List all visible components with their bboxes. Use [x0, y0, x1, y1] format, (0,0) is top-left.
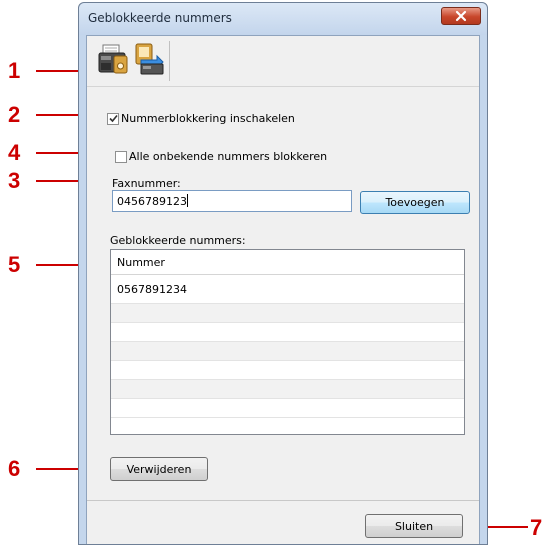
fax-machine-icon[interactable]: [97, 42, 129, 76]
delete-button[interactable]: Verwijderen: [110, 457, 208, 481]
fax-number-value: 0456789123: [117, 195, 187, 208]
fax-to-pc-icon[interactable]: [133, 42, 165, 76]
callout-3: 3: [8, 168, 21, 193]
close-button-label: Sluiten: [394, 519, 434, 533]
list-row[interactable]: [111, 361, 464, 380]
fax-number-label: Faxnummer:: [112, 177, 181, 190]
list-row[interactable]: [111, 323, 464, 342]
block-unknown-checkbox[interactable]: [115, 150, 127, 163]
enable-blocking-label: Nummerblokkering inschakelen: [121, 112, 295, 125]
callout-5: 5: [8, 252, 21, 277]
enable-blocking-checkbox[interactable]: [107, 112, 119, 125]
callout-4: 4: [8, 140, 21, 165]
list-row[interactable]: 0567891234: [111, 275, 464, 304]
checkmark-icon: [108, 114, 118, 123]
list-row[interactable]: [111, 380, 464, 399]
close-x-icon: [455, 10, 467, 22]
delete-button-label: Verwijderen: [126, 462, 192, 476]
toolbar: [87, 36, 479, 87]
title-bar: Geblokkeerde nummers: [79, 3, 487, 35]
close-window-button[interactable]: [441, 7, 481, 25]
footer-divider: [87, 500, 479, 501]
add-button[interactable]: Toevoegen: [360, 191, 470, 214]
list-row[interactable]: [111, 399, 464, 418]
close-button[interactable]: Sluiten: [365, 514, 463, 538]
fax-number-input[interactable]: 0456789123: [112, 190, 352, 212]
callout-1: 1: [8, 58, 21, 83]
add-button-label: Toevoegen: [385, 196, 445, 209]
blocked-list-label: Geblokkeerde nummers:: [110, 234, 246, 247]
text-caret: [187, 194, 188, 207]
window-title: Geblokkeerde nummers: [88, 11, 232, 25]
blocked-numbers-dialog: Geblokkeerde nummers Nummerblokkering in…: [78, 2, 488, 545]
enable-blocking-option[interactable]: Nummerblokkering inschakelen: [107, 112, 295, 125]
callout-7: 7: [530, 515, 543, 540]
list-row[interactable]: [111, 342, 464, 361]
blocked-numbers-list[interactable]: Nummer 0567891234: [110, 249, 465, 435]
column-header-number[interactable]: Nummer: [111, 250, 464, 275]
callout-6: 6: [8, 456, 21, 481]
block-unknown-label: Alle onbekende nummers blokkeren: [129, 150, 328, 163]
callout-2: 2: [8, 102, 21, 127]
block-unknown-option[interactable]: Alle onbekende nummers blokkeren: [115, 150, 327, 163]
toolbar-separator: [169, 41, 170, 81]
dialog-client-area: Nummerblokkering inschakelen Alle onbeke…: [86, 35, 480, 544]
list-row[interactable]: [111, 304, 464, 323]
